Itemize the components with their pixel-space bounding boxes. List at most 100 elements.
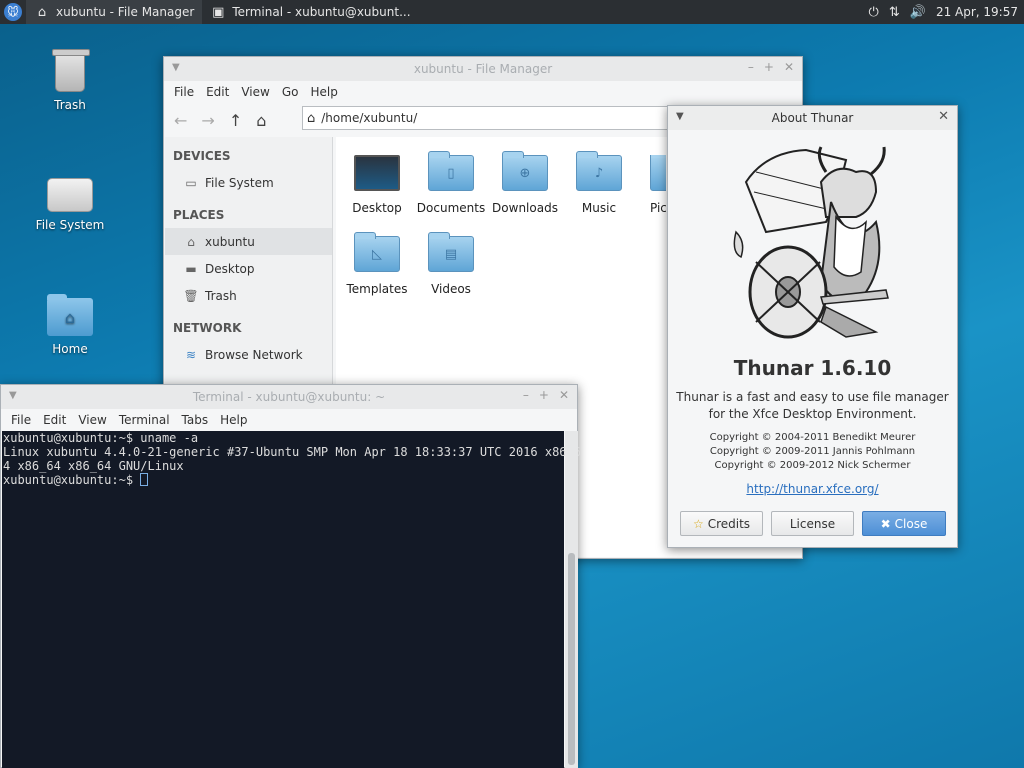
menu-tabs[interactable]: Tabs — [176, 413, 215, 427]
minimize-icon[interactable]: – — [523, 388, 529, 402]
file-item-label: Videos — [431, 282, 471, 296]
window-titlebar[interactable]: ▼ xubuntu - File Manager – + ✕ — [164, 57, 802, 81]
website-link[interactable]: http://thunar.xfce.org/ — [668, 482, 957, 496]
file-item-documents[interactable]: ▯ Documents — [414, 151, 488, 215]
sidebar-header-places: PLACES — [173, 208, 225, 222]
taskbar-item-file-manager[interactable]: ⌂ xubuntu - File Manager — [26, 0, 203, 24]
window-title: Terminal - xubuntu@xubuntu: ~ — [192, 390, 386, 404]
close-icon[interactable]: ✕ — [938, 109, 949, 124]
file-item-label: Documents — [416, 201, 486, 215]
hard-drive-icon: ▭ — [185, 175, 197, 190]
sidebar-item-desktop[interactable]: ▬ Desktop — [165, 255, 332, 282]
file-item-pictures[interactable]: Pic — [636, 155, 666, 215]
sidebar-item-label: Trash — [205, 288, 237, 303]
desktop-icon-home[interactable]: ⌂ Home — [25, 294, 115, 356]
sidebar-item-label: Browse Network — [205, 347, 303, 362]
window-titlebar[interactable]: ▼ Terminal - xubuntu@xubuntu: ~ – + ✕ — [1, 385, 577, 409]
scrollbar-thumb[interactable] — [568, 553, 575, 765]
pictures-folder-icon — [650, 155, 666, 191]
menu-edit[interactable]: Edit — [37, 413, 72, 427]
up-arrow-icon[interactable]: ↑ — [229, 111, 242, 130]
terminal-scrollbar[interactable] — [565, 431, 578, 768]
sidebar-item-xubuntu[interactable]: ⌂ xubuntu — [165, 228, 332, 255]
system-tray: ⏻ ⇅ 🔊 21 Apr, 19:57 — [869, 5, 1024, 20]
sidebar-item-label: xubuntu — [205, 234, 255, 249]
taskbar-item-terminal[interactable]: ▣ Terminal - xubuntu@xubunt... — [202, 0, 418, 24]
menu-help[interactable]: Help — [304, 85, 343, 99]
home-icon[interactable]: ⌂ — [256, 111, 266, 130]
file-item-label: Desktop — [352, 201, 402, 215]
network-icon[interactable]: ⇅ — [889, 5, 900, 20]
terminal-prompt-line: xubuntu@xubuntu:~$ — [3, 473, 563, 487]
close-icon[interactable]: ✕ — [784, 60, 794, 74]
window-menu-icon[interactable]: ▼ — [9, 390, 17, 401]
app-description: Thunar is a fast and easy to use file ma… — [668, 389, 957, 423]
file-item-music[interactable]: ♪ Music — [562, 151, 636, 215]
home-icon: ⌂ — [307, 110, 316, 126]
desktop-icon-label: Home — [52, 342, 88, 356]
sidebar-item-trash[interactable]: 🗑 Trash — [165, 282, 332, 309]
window-title: xubuntu - File Manager — [413, 62, 553, 76]
star-icon: ☆ — [692, 516, 704, 531]
power-plug-icon[interactable]: ⏻ — [869, 5, 879, 20]
desktop-icon: ▬ — [185, 261, 197, 276]
menu-help[interactable]: Help — [214, 413, 253, 427]
home-icon: ⌂ — [187, 234, 195, 249]
forward-arrow-icon[interactable]: → — [201, 111, 214, 130]
window-menu-icon[interactable]: ▼ — [172, 62, 180, 73]
window-title: About Thunar — [771, 111, 854, 125]
terminal-window: ▼ Terminal - xubuntu@xubuntu: ~ – + ✕ Fi… — [0, 384, 581, 768]
terminal-output[interactable]: xubuntu@xubuntu:~$ uname -a Linux xubuntu… — [2, 431, 581, 768]
window-titlebar[interactable]: ▼ About Thunar ✕ — [668, 106, 957, 130]
text-cursor — [140, 473, 149, 486]
clock[interactable]: 21 Apr, 19:57 — [936, 5, 1018, 19]
desktop-icon-trash[interactable]: Trash — [25, 49, 115, 112]
home-folder-icon: ⌂ — [47, 294, 93, 336]
menu-go[interactable]: Go — [276, 85, 305, 99]
window-menu-icon[interactable]: ▼ — [676, 111, 684, 122]
credits-button[interactable]: ☆ Credits — [680, 511, 763, 536]
menu-file[interactable]: File — [5, 413, 37, 427]
minimize-icon[interactable]: – — [748, 60, 754, 74]
back-arrow-icon[interactable]: ← — [174, 111, 187, 130]
menu-terminal[interactable]: Terminal — [113, 413, 176, 427]
xfce-mouse-icon: 🐭 — [4, 3, 22, 21]
desktop-icon-label: File System — [35, 218, 105, 232]
whisker-menu-button[interactable]: 🐭 — [0, 0, 26, 24]
desktop-icon-label: Trash — [54, 98, 86, 112]
desktop-icon-file-system[interactable]: File System — [25, 178, 115, 232]
file-item-downloads[interactable]: ⊕ Downloads — [488, 151, 562, 215]
sidebar-item-label: Desktop — [205, 261, 255, 276]
file-item-desktop[interactable]: Desktop — [340, 155, 414, 215]
button-label: Close — [894, 516, 928, 531]
terminal-line: 4 x86_64 x86_64 GNU/Linux — [3, 459, 184, 473]
copyright-line: Copyright © 2009-2011 Jannis Pohlmann — [709, 446, 916, 457]
menu-view[interactable]: View — [72, 413, 112, 427]
file-item-templates[interactable]: ◺ Templates — [340, 232, 414, 296]
close-icon: ✖ — [880, 516, 891, 531]
license-button[interactable]: License — [771, 511, 854, 536]
close-icon[interactable]: ✕ — [559, 388, 569, 402]
sidebar-item-file-system[interactable]: ▭ File System — [165, 169, 332, 196]
location-path: /home/xubuntu/ — [321, 111, 418, 125]
maximize-icon[interactable]: + — [764, 60, 774, 74]
button-label: License — [789, 516, 836, 531]
file-item-videos[interactable]: ▤ Videos — [414, 232, 488, 296]
close-button[interactable]: ✖ Close — [862, 511, 946, 536]
volume-icon[interactable]: 🔊 — [910, 5, 926, 20]
maximize-icon[interactable]: + — [539, 388, 549, 402]
templates-folder-icon: ◺ — [354, 232, 400, 272]
trash-icon — [52, 49, 90, 92]
menu-view[interactable]: View — [235, 85, 275, 99]
menu-file[interactable]: File — [168, 85, 200, 99]
terminal-prompt: xubuntu@xubuntu:~$ — [3, 473, 141, 487]
description-line: Thunar is a fast and easy to use file ma… — [676, 390, 949, 404]
sidebar-header-network: NETWORK — [173, 321, 242, 335]
description-line: for the Xfce Desktop Environment. — [708, 407, 917, 421]
menu-edit[interactable]: Edit — [200, 85, 235, 99]
copyright-line: Copyright © 2009-2012 Nick Schermer — [714, 460, 911, 471]
taskbar-item-label: Terminal - xubuntu@xubunt... — [232, 5, 411, 19]
sidebar-item-browse-network[interactable]: ≋ Browse Network — [165, 341, 332, 368]
terminal-line: xubuntu@xubuntu:~$ uname -a — [3, 431, 199, 445]
home-icon: ⌂ — [37, 4, 47, 20]
